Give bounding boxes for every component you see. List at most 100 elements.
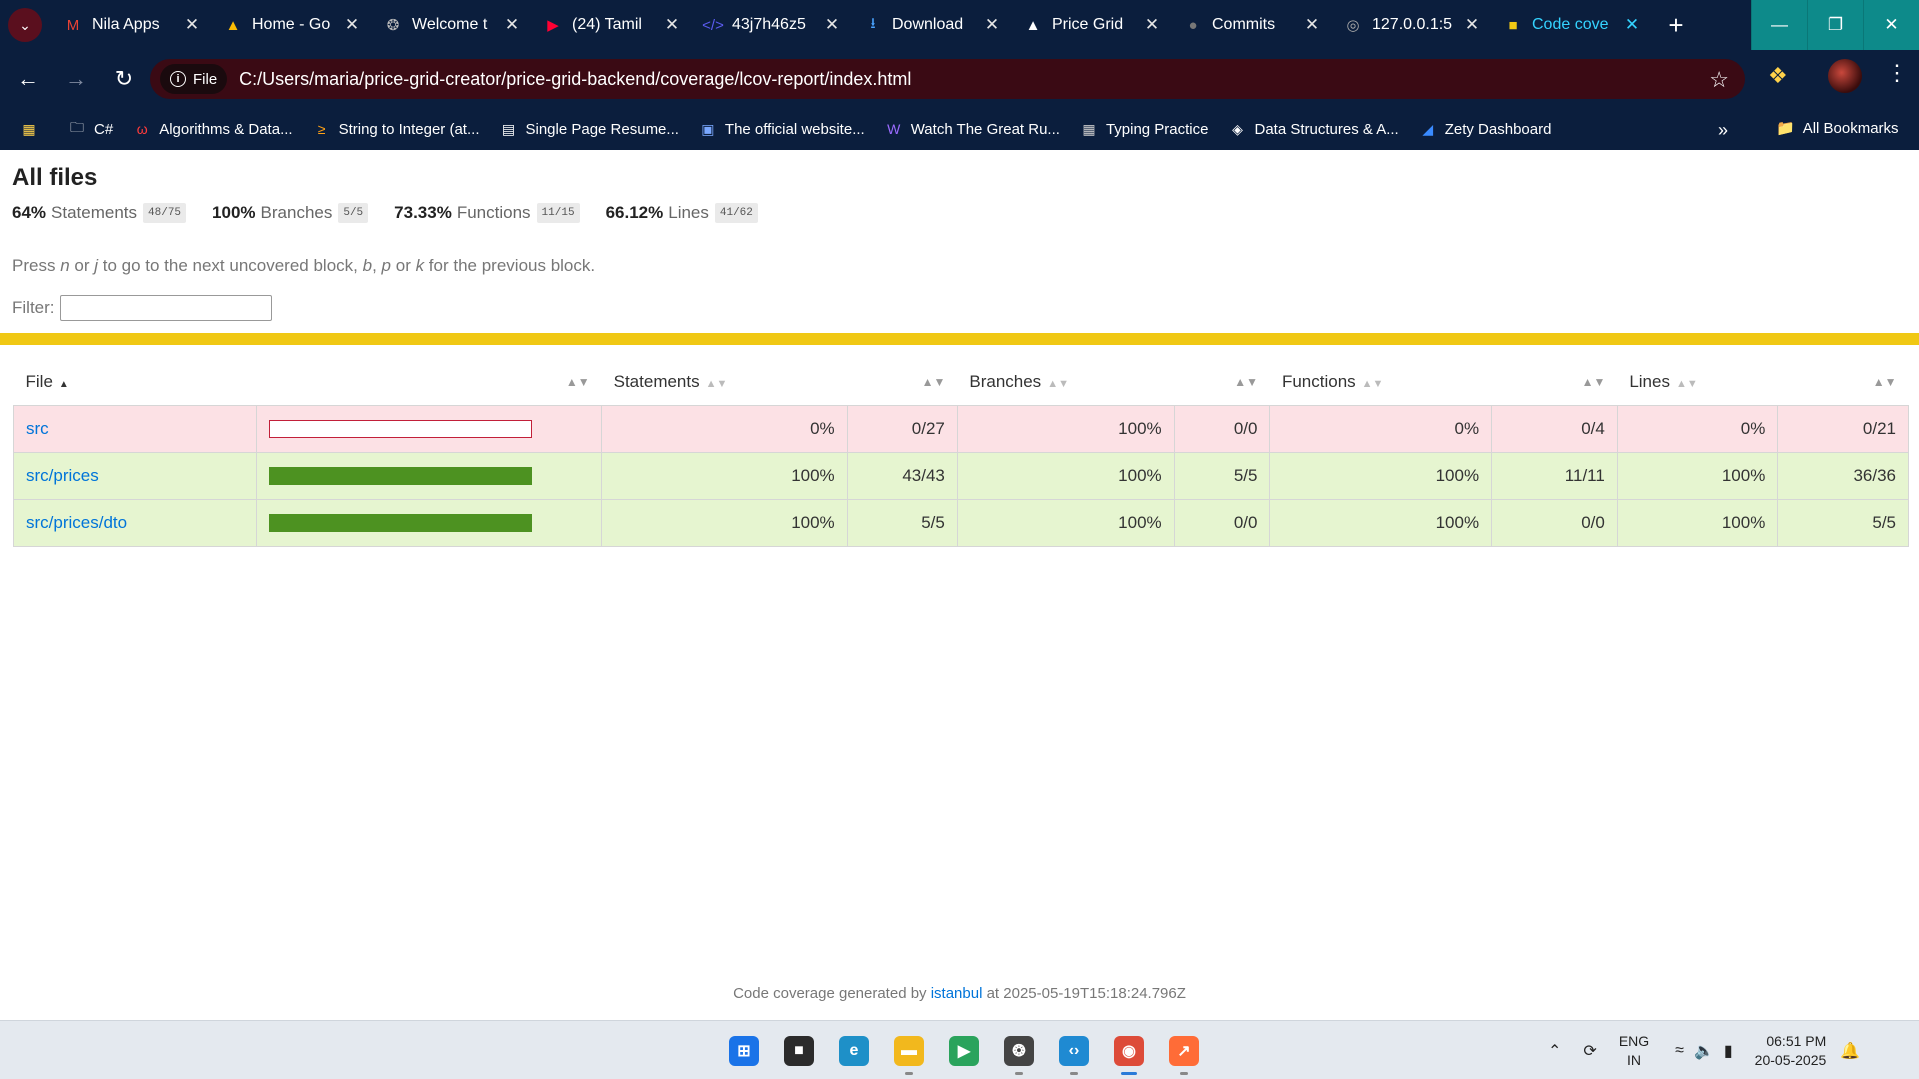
close-tab-icon[interactable]: ✕ — [1142, 15, 1162, 35]
youtube-icon: ▶ — [547, 17, 559, 34]
browser-tab[interactable]: M Nila Apps ✕ — [52, 0, 212, 50]
metric-cell: 5/5 — [1777, 498, 1909, 547]
taskbar-app[interactable]: ▶ — [940, 1029, 988, 1073]
summary-stat: 73.33% Functions 11/15 — [394, 203, 580, 223]
istanbul-link[interactable]: istanbul — [931, 985, 983, 1002]
arrow-left-icon: ← — [17, 66, 39, 91]
bookmark-item[interactable]: ▦ Typing Practice — [1080, 120, 1208, 138]
file-cell: src/prices — [12, 451, 258, 500]
metric-cell: 0/27 — [846, 404, 958, 453]
taskbar-app[interactable]: e — [830, 1029, 878, 1073]
bookmark-item[interactable]: ◢ Zety Dashboard — [1419, 120, 1551, 138]
footer-text: Code coverage generated by — [733, 985, 931, 1002]
taskbar-app[interactable]: ◉ — [1105, 1029, 1153, 1075]
close-tab-icon[interactable]: ✕ — [182, 15, 202, 35]
volume-icon[interactable]: 🔈 — [1694, 1041, 1714, 1061]
browser-tab[interactable]: </> 43j7h46z5 ✕ — [692, 0, 852, 50]
column-header-file-bar[interactable]: ▲▼ — [257, 360, 602, 405]
meet-icon: ▶ — [949, 1036, 979, 1066]
table-row: src/prices/dto 100% 5/5 100% 0/0 100% 0/0 100% 5… — [12, 498, 1909, 547]
language-indicator[interactable]: ENG IN — [1619, 1032, 1649, 1070]
minimize-button[interactable]: — — [1751, 0, 1807, 50]
url-text[interactable]: C:/Users/maria/price-grid-creator/price-… — [239, 69, 911, 90]
browser-tab[interactable]: ▲ Home - Go ✕ — [212, 0, 372, 50]
column-header-lines-raw[interactable]: ▲▼ — [1778, 360, 1909, 405]
bookmark-item[interactable]: W Watch The Great Ru... — [885, 120, 1060, 138]
browser-tab[interactable]: ■ Code cove ✕ — [1492, 0, 1652, 50]
apps-grid-icon: ▦ — [22, 120, 36, 137]
column-header-statements[interactable]: Statements ▲▼ — [602, 360, 848, 405]
wifi-icon[interactable]: ≈ — [1675, 1042, 1684, 1060]
back-button[interactable]: ← — [8, 59, 48, 99]
taskbar-app[interactable]: ■ — [775, 1029, 823, 1073]
restore-button[interactable]: ❐ — [1807, 0, 1863, 50]
column-header-functions[interactable]: Functions ▲▼ — [1270, 360, 1492, 405]
column-header-functions-raw[interactable]: ▲▼ — [1492, 360, 1618, 405]
taskbar-app[interactable]: ↗ — [1160, 1029, 1208, 1075]
tab-title: (24) Tamil — [572, 16, 642, 33]
filter-input[interactable] — [59, 295, 272, 321]
column-header-branches-raw[interactable]: ▲▼ — [1174, 360, 1270, 405]
arrow-right-icon: → — [65, 66, 87, 91]
all-bookmarks-button[interactable]: 📁 All Bookmarks — [1776, 119, 1899, 138]
tab-title: Welcome t — [412, 16, 488, 33]
extensions-icon[interactable]: ❖ — [1768, 63, 1788, 89]
tab-title: Download — [892, 16, 964, 33]
file-link[interactable]: src — [26, 419, 49, 438]
bookmark-item[interactable]: 🗀 C# — [68, 119, 113, 138]
bookmark-item[interactable]: ▣ The official website... — [699, 120, 864, 138]
taskbar-app[interactable]: ❂ — [995, 1029, 1043, 1075]
browser-tab[interactable]: ● Commits ✕ — [1172, 0, 1332, 50]
bookmark-item[interactable]: ▤ Single Page Resume... — [499, 120, 679, 138]
battery-icon[interactable]: ▮ — [1724, 1041, 1733, 1061]
bookmark-star-icon[interactable]: ☆ — [1709, 67, 1729, 93]
coverage-bar-cell — [256, 404, 603, 453]
coverage-table: File ▲ ▲▼ Statements ▲▼ ▲▼ Branches ▲▼ ▲▼ F… — [12, 360, 1909, 547]
site-info-chip[interactable]: i File — [160, 64, 228, 94]
file-link[interactable]: src/prices — [26, 466, 99, 485]
taskbar-app[interactable]: ▬ — [885, 1029, 933, 1075]
forward-button[interactable]: → — [56, 59, 96, 99]
window-controls: — ❐ ✕ — [1751, 0, 1919, 50]
browser-tab[interactable]: ◎ 127.0.0.1:5 ✕ — [1332, 0, 1492, 50]
taskbar-app[interactable]: ⊞ — [720, 1029, 768, 1073]
bookmark-item[interactable]: ω Algorithms & Data... — [133, 120, 293, 138]
profile-avatar[interactable] — [1828, 59, 1862, 93]
tab-search-button[interactable]: ⌄ — [8, 8, 42, 42]
close-tab-icon[interactable]: ✕ — [982, 15, 1002, 35]
close-tab-icon[interactable]: ✕ — [1622, 15, 1642, 35]
close-tab-icon[interactable]: ✕ — [662, 15, 682, 35]
address-bar[interactable]: i File C:/Users/maria/price-grid-creator… — [150, 59, 1745, 99]
notification-bell-icon[interactable]: 🔔 — [1840, 1041, 1860, 1061]
menu-kebab-icon[interactable]: ⋮ — [1886, 60, 1908, 86]
download-icon: ⭳ — [870, 14, 876, 32]
column-header-file[interactable]: File ▲ — [14, 360, 257, 405]
file-link[interactable]: src/prices/dto — [26, 513, 127, 532]
column-header-statements-raw[interactable]: ▲▼ — [847, 360, 957, 405]
close-tab-icon[interactable]: ✕ — [822, 15, 842, 35]
bookmark-item[interactable]: ◈ Data Structures & A... — [1228, 120, 1399, 138]
browser-tab[interactable]: ❂ Welcome t ✕ — [372, 0, 532, 50]
tab-title: Nila Apps — [92, 16, 160, 33]
taskbar-app[interactable]: ‹› — [1050, 1029, 1098, 1075]
column-header-lines[interactable]: Lines ▲▼ — [1617, 360, 1778, 405]
apps-grid-button[interactable]: ▦ — [20, 120, 46, 138]
reload-button[interactable]: ↻ — [104, 59, 144, 99]
browser-tab[interactable]: ⭳ Download ✕ — [852, 0, 1012, 50]
close-tab-icon[interactable]: ✕ — [342, 15, 362, 35]
browser-tab[interactable]: ▶ (24) Tamil ✕ — [532, 0, 692, 50]
chevron-up-icon[interactable]: ⌃ — [1548, 1041, 1561, 1061]
close-tab-icon[interactable]: ✕ — [1462, 15, 1482, 35]
browser-tab[interactable]: ▲ Price Grid ✕ — [1012, 0, 1172, 50]
more-bookmarks-icon[interactable]: » — [1718, 120, 1728, 141]
sync-icon[interactable]: ⟳ — [1583, 1041, 1596, 1061]
close-tab-icon[interactable]: ✕ — [502, 15, 522, 35]
hint-text: Press — [12, 256, 61, 275]
close-window-button[interactable]: ✕ — [1863, 0, 1919, 50]
new-tab-button[interactable]: + — [1656, 5, 1696, 45]
close-tab-icon[interactable]: ✕ — [1302, 15, 1322, 35]
metric-cell: 100% — [601, 451, 848, 500]
column-header-branches[interactable]: Branches ▲▼ — [957, 360, 1174, 405]
clock[interactable]: 06:51 PM 20-05-2025 — [1755, 1032, 1827, 1070]
bookmark-item[interactable]: ≥ String to Integer (at... — [313, 120, 480, 138]
